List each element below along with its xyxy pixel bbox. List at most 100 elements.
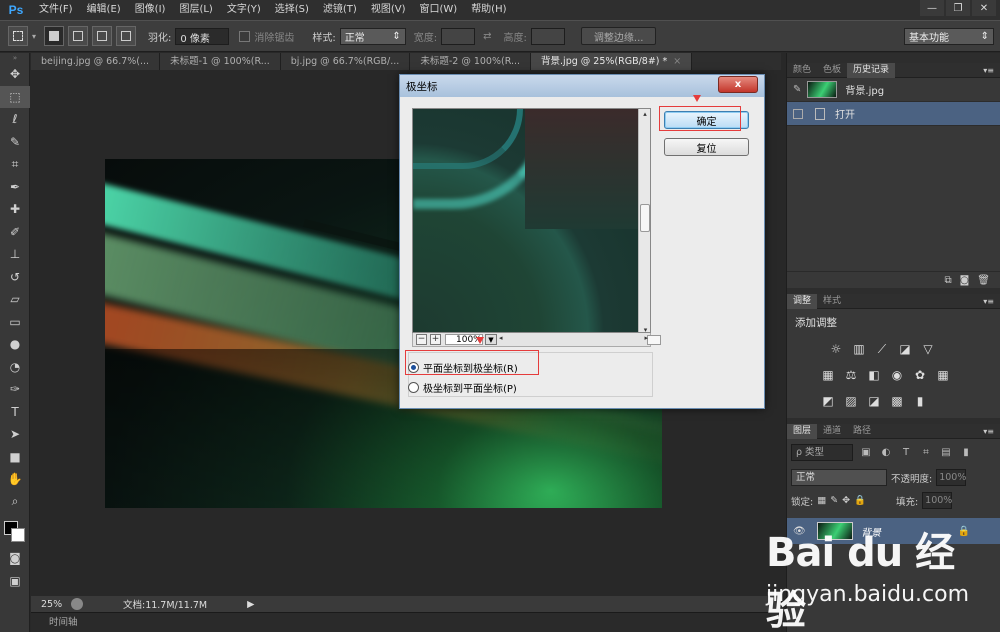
blur-tool-icon[interactable]: ●: [0, 333, 30, 356]
tab-paths[interactable]: 路径: [847, 424, 877, 439]
style-select[interactable]: 正常 ⇕: [339, 27, 406, 45]
black-white-icon[interactable]: ◧: [865, 366, 883, 384]
zoom-tool-icon[interactable]: ⌕: [0, 491, 30, 514]
photo-filter-icon[interactable]: ◉: [888, 366, 906, 384]
pen-tool-icon[interactable]: ✑: [0, 378, 30, 401]
lasso-tool-icon[interactable]: ℓ: [0, 108, 30, 131]
healing-brush-tool-icon[interactable]: ✚: [0, 198, 30, 221]
eye-icon[interactable]: 👁: [793, 526, 807, 537]
add-selection-icon[interactable]: [68, 26, 88, 46]
doc-tab-active[interactable]: 背景.jpg @ 25%(RGB/8#) * ×: [531, 53, 693, 70]
scroll-left-icon[interactable]: ◂: [499, 334, 503, 342]
vibrance-icon[interactable]: ▽: [919, 340, 937, 358]
history-brush-tool-icon[interactable]: ↺: [0, 266, 30, 289]
tab-styles[interactable]: 样式: [817, 294, 847, 309]
filter-preview[interactable]: ▴ ▾: [412, 108, 651, 333]
zoom-in-button[interactable]: +: [430, 334, 441, 345]
quick-mask-icon[interactable]: ◙: [0, 547, 30, 570]
feather-input[interactable]: 0 像素: [175, 27, 230, 45]
lock-position-icon[interactable]: ✥: [842, 495, 850, 506]
eraser-tool-icon[interactable]: ▱: [0, 288, 30, 311]
gradient-tool-icon[interactable]: ▭: [0, 311, 30, 334]
collapse-icon[interactable]: »: [0, 53, 30, 63]
filter-toggle-icon[interactable]: ▮: [959, 446, 973, 460]
panel-menu-icon[interactable]: ▾≡: [983, 427, 994, 436]
scroll-up-icon[interactable]: ▴: [639, 109, 650, 119]
hue-saturation-icon[interactable]: ▦: [819, 366, 837, 384]
clone-stamp-tool-icon[interactable]: ⊥: [0, 243, 30, 266]
new-document-from-state-icon[interactable]: ⧉: [944, 275, 951, 286]
antialias-checkbox[interactable]: [239, 30, 251, 42]
posterize-icon[interactable]: ▨: [842, 392, 860, 410]
panel-menu-icon[interactable]: ▾≡: [983, 297, 994, 306]
chevron-down-icon[interactable]: ▾: [32, 32, 44, 41]
zoom-level[interactable]: 25%: [31, 599, 71, 610]
history-snapshot[interactable]: ✎ 背景.jpg: [787, 78, 1000, 102]
doc-tab[interactable]: bj.jpg @ 66.7%(RGB/...: [280, 53, 411, 70]
dialog-close-button[interactable]: x: [718, 76, 758, 93]
radio-polar-to-rect[interactable]: [408, 382, 419, 393]
dodge-tool-icon[interactable]: ◔: [0, 356, 30, 379]
zoom-dropdown-icon[interactable]: ▼: [485, 334, 497, 345]
scrollbar-thumb[interactable]: [647, 334, 661, 345]
menu-help[interactable]: 帮助(H): [464, 0, 513, 20]
play-icon[interactable]: ▶: [247, 599, 254, 610]
restore-icon[interactable]: ❐: [946, 0, 970, 16]
fill-input[interactable]: 100%: [922, 492, 952, 509]
history-checkbox[interactable]: [793, 108, 803, 119]
opacity-input[interactable]: 100%: [936, 469, 966, 486]
menu-window[interactable]: 窗口(W): [412, 0, 464, 20]
width-input[interactable]: [441, 27, 476, 45]
reset-button[interactable]: 复位: [664, 138, 749, 156]
menu-edit[interactable]: 编辑(E): [80, 0, 128, 20]
new-selection-icon[interactable]: [44, 26, 64, 46]
menu-filter[interactable]: 滤镜(T): [316, 0, 364, 20]
brush-source-icon[interactable]: ✎: [793, 84, 801, 95]
brush-tool-icon[interactable]: ✐: [0, 221, 30, 244]
layer-background[interactable]: 👁 背景 🔒: [787, 518, 1000, 544]
screen-mode-icon[interactable]: ▣: [0, 570, 30, 593]
workspace-select[interactable]: 基本功能 ⇕: [904, 28, 994, 45]
history-step[interactable]: 打开: [787, 102, 1000, 126]
background-color[interactable]: [11, 528, 25, 542]
tab-history[interactable]: 历史记录: [847, 62, 896, 78]
shape-tool-icon[interactable]: ■: [0, 446, 30, 469]
move-tool-icon[interactable]: ✥: [0, 63, 30, 86]
intersect-selection-icon[interactable]: [116, 26, 136, 46]
refine-edge-button[interactable]: 调整边缘...: [580, 27, 657, 45]
trash-icon[interactable]: 🗑: [977, 275, 990, 286]
option-polar-to-rect[interactable]: 极坐标到平面坐标(P): [408, 380, 517, 395]
tab-adjustments[interactable]: 调整: [787, 293, 818, 309]
panel-collapse-strip[interactable]: [787, 53, 1000, 63]
doc-tab[interactable]: 未标题-1 @ 100%(R...: [160, 53, 281, 70]
marquee-preset-icon[interactable]: [8, 26, 28, 46]
lock-all-icon[interactable]: 🔒: [854, 495, 866, 506]
scroll-right-icon[interactable]: ▸: [644, 334, 648, 342]
threshold-icon[interactable]: ◪: [865, 392, 883, 410]
menu-image[interactable]: 图像(I): [128, 0, 173, 20]
doc-tab[interactable]: beijing.jpg @ 66.7%(...: [31, 53, 161, 70]
panel-menu-icon[interactable]: ▾≡: [983, 66, 994, 75]
menu-type[interactable]: 文字(Y): [220, 0, 268, 20]
doc-tab[interactable]: 未标题-2 @ 100%(R...: [410, 53, 532, 70]
menu-select[interactable]: 选择(S): [268, 0, 316, 20]
color-balance-icon[interactable]: ⚖: [842, 366, 860, 384]
menu-view[interactable]: 视图(V): [364, 0, 413, 20]
swap-icon[interactable]: ⇄: [483, 31, 491, 42]
lock-pixels-icon[interactable]: ✎: [830, 495, 838, 506]
filter-shape-icon[interactable]: ⌗: [919, 446, 933, 460]
zoom-out-button[interactable]: −: [416, 334, 427, 345]
scroll-down-icon[interactable]: ▾: [639, 326, 650, 332]
height-input[interactable]: [530, 27, 565, 45]
lock-transparent-icon[interactable]: ▦: [817, 495, 826, 506]
scrollbar-thumb[interactable]: [640, 204, 650, 232]
levels-icon[interactable]: ▥: [850, 340, 868, 358]
filter-adjust-icon[interactable]: ◐: [879, 446, 893, 460]
eyedropper-tool-icon[interactable]: ✒: [0, 176, 30, 199]
path-select-tool-icon[interactable]: ➤: [0, 423, 30, 446]
exposure-icon[interactable]: ◪: [896, 340, 914, 358]
quick-select-tool-icon[interactable]: ✎: [0, 131, 30, 154]
gradient-map-icon[interactable]: ▮: [911, 392, 929, 410]
marquee-tool-icon[interactable]: ⬚: [0, 85, 30, 108]
menu-layer[interactable]: 图层(L): [172, 0, 219, 20]
